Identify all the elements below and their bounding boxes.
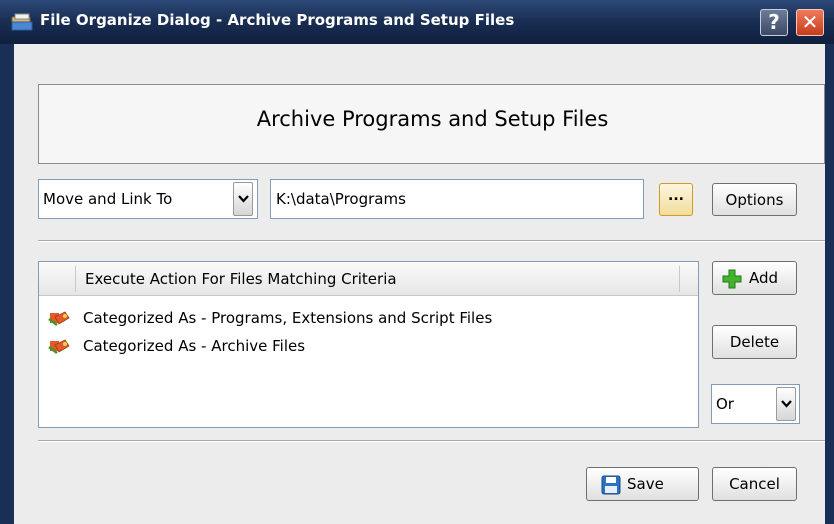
window-frame-right xyxy=(825,44,834,524)
save-icon xyxy=(601,475,621,495)
criteria-list[interactable]: Execute Action For Files Matching Criter… xyxy=(38,261,699,428)
delete-button[interactable]: Delete xyxy=(712,325,797,359)
action-select-value: Move and Link To xyxy=(43,190,173,208)
destination-path-field[interactable]: K:\data\Programs xyxy=(270,179,644,219)
divider xyxy=(38,440,825,442)
options-button[interactable]: Options xyxy=(712,183,797,216)
save-button[interactable]: Save xyxy=(586,467,699,501)
help-icon: ? xyxy=(768,10,780,34)
browse-button[interactable]: ... xyxy=(659,183,693,216)
close-button[interactable]: ✕ xyxy=(796,9,824,36)
delete-button-label: Delete xyxy=(729,333,780,351)
plus-icon xyxy=(722,269,742,289)
chevron-down-icon[interactable] xyxy=(233,182,253,216)
browse-button-label: ... xyxy=(668,188,684,204)
criteria-row[interactable]: Categorized As - Programs, Extensions an… xyxy=(39,305,698,331)
category-icon xyxy=(48,339,70,354)
dialog-body: Archive Programs and Setup Files Move an… xyxy=(14,44,825,524)
save-button-label: Save xyxy=(627,475,664,493)
logic-select[interactable]: Or xyxy=(711,384,800,424)
criteria-list-header: Execute Action For Files Matching Criter… xyxy=(39,262,698,296)
logic-select-value: Or xyxy=(716,395,734,413)
criteria-column-header: Execute Action For Files Matching Criter… xyxy=(85,270,397,288)
window-title: File Organize Dialog - Archive Programs … xyxy=(40,11,515,29)
cancel-button[interactable]: Cancel xyxy=(712,467,797,501)
criteria-row-label: Categorized As - Archive Files xyxy=(83,337,306,355)
criteria-row-label: Categorized As - Programs, Extensions an… xyxy=(83,309,493,327)
header-panel: Archive Programs and Setup Files xyxy=(38,84,825,164)
cancel-button-label: Cancel xyxy=(729,475,780,493)
window-frame-left xyxy=(0,44,14,524)
title-bar[interactable]: File Organize Dialog - Archive Programs … xyxy=(0,0,834,44)
chevron-down-icon[interactable] xyxy=(776,387,796,421)
app-icon xyxy=(11,13,33,31)
rule-title: Archive Programs and Setup Files xyxy=(256,107,609,131)
criteria-row[interactable]: Categorized As - Archive Files xyxy=(39,333,698,359)
divider xyxy=(38,240,825,242)
destination-path-value: K:\data\Programs xyxy=(276,190,406,208)
action-select[interactable]: Move and Link To xyxy=(38,179,258,219)
category-icon xyxy=(48,311,70,326)
column-divider xyxy=(679,266,680,292)
close-icon: ✕ xyxy=(801,10,819,34)
add-button-label: Add xyxy=(749,269,779,287)
options-button-label: Options xyxy=(725,190,784,209)
help-button[interactable]: ? xyxy=(760,9,788,36)
column-divider xyxy=(75,266,76,292)
dialog-window: File Organize Dialog - Archive Programs … xyxy=(0,0,834,524)
add-button[interactable]: Add xyxy=(712,261,797,295)
